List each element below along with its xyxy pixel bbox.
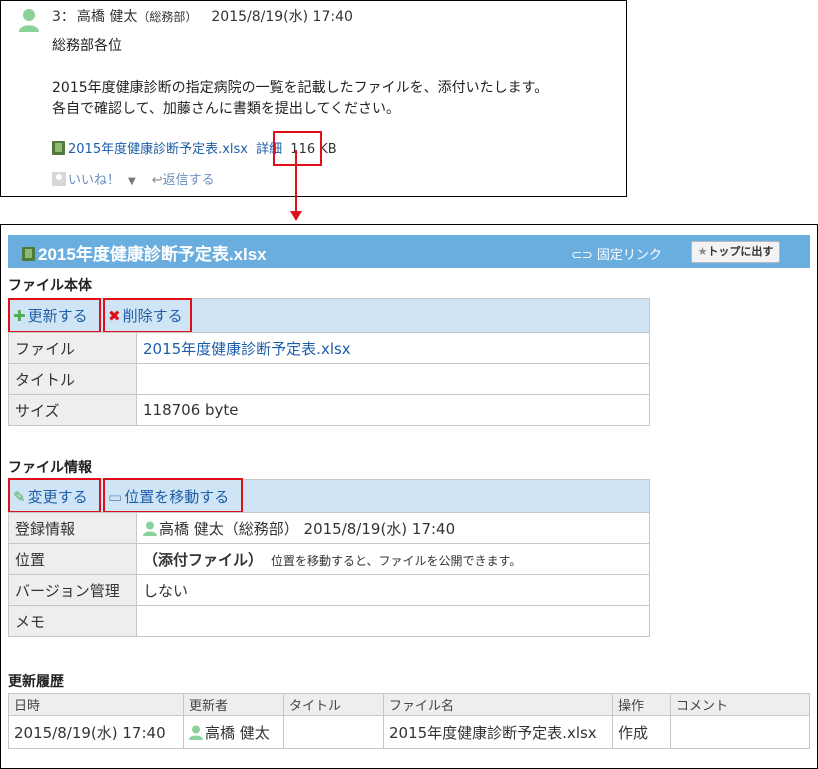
- star-icon: ★: [697, 245, 708, 258]
- location-note: 位置を移動すると、ファイルを公開できます。: [271, 553, 522, 568]
- link-icon: ⊂⊃: [571, 248, 597, 263]
- table-row: 登録情報 高橋 健太（総務部） 2015/8/19(水) 17:40: [8, 512, 650, 544]
- excel-file-icon: [22, 247, 35, 261]
- table-header-row: 日時 更新者 タイトル ファイル名 操作 コメント: [8, 693, 810, 716]
- reply-button[interactable]: 返信する: [163, 173, 215, 188]
- user-avatar-icon: [189, 725, 203, 740]
- history-datetime: 2015/8/19(水) 17:40: [8, 715, 184, 749]
- version-key: バージョン管理: [8, 574, 137, 606]
- title-key: タイトル: [8, 363, 137, 395]
- table-row: サイズ 118706 byte: [8, 394, 650, 426]
- like-button[interactable]: いいね！: [68, 173, 120, 188]
- bring-to-top-button[interactable]: ★トップに出す: [691, 241, 780, 263]
- highlight-update-box: [8, 298, 101, 333]
- user-avatar-icon: [19, 9, 39, 32]
- file-key: ファイル: [8, 332, 137, 364]
- comment-line: 各自で確認して、加藤さんに書類を提出してください。: [52, 101, 401, 117]
- column-header: 日時: [8, 693, 184, 716]
- file-name-link[interactable]: 2015年度健康診断予定表.xlsx: [136, 332, 650, 364]
- user-avatar-icon: [143, 521, 157, 536]
- arrow-line: [295, 150, 297, 212]
- table-row: タイトル: [8, 363, 650, 395]
- version-value: しない: [136, 574, 650, 606]
- file-body-section-title: ファイル本体: [8, 278, 92, 294]
- registration-value: 高橋 健太（総務部） 2015/8/19(水) 17:40: [136, 512, 650, 544]
- column-header: 更新者: [183, 693, 284, 716]
- comment-author[interactable]: 高橋 健太: [77, 9, 137, 25]
- memo-value: [136, 605, 650, 637]
- registration-key: 登録情報: [8, 512, 137, 544]
- comment-line: 2015年度健康診断の指定病院の一覧を記載したファイルを、添付いたします。: [52, 80, 549, 96]
- location-value: （添付ファイル） 位置を移動すると、ファイルを公開できます。: [136, 543, 650, 575]
- column-header: 操作: [612, 693, 671, 716]
- column-header: コメント: [670, 693, 810, 716]
- highlight-move-box: [103, 478, 243, 513]
- reaction-row: いいね！ ▼ ↩返信する: [52, 169, 215, 188]
- comment-line: 総務部各位: [52, 38, 122, 54]
- arrow-down-icon: [290, 211, 302, 221]
- history-updater: 高橋 健太: [183, 715, 284, 749]
- comment-body: 総務部各位 2015年度健康診断の指定病院の一覧を記載したファイルを、添付いたし…: [52, 36, 548, 120]
- table-row: ファイル 2015年度健康診断予定表.xlsx: [8, 332, 650, 364]
- excel-file-icon: [52, 141, 65, 155]
- table-row: 位置 （添付ファイル） 位置を移動すると、ファイルを公開できます。: [8, 543, 650, 575]
- table-row: メモ: [8, 605, 650, 637]
- reply-icon: ↩: [151, 173, 163, 188]
- fixed-link[interactable]: ⊂⊃ 固定リンク: [571, 244, 662, 263]
- comment-header: 3： 高橋 健太（総務部） 2015/8/19(水) 17:40: [52, 6, 353, 26]
- comment-author-dept: （総務部）: [137, 10, 198, 24]
- highlight-detail-box: [273, 131, 322, 166]
- history-filename: 2015年度健康診断予定表.xlsx: [383, 715, 613, 749]
- attachment-file-link[interactable]: 2015年度健康診断予定表.xlsx: [68, 142, 248, 157]
- comment-number: 3：: [52, 9, 75, 25]
- file-info-table: 登録情報 高橋 健太（総務部） 2015/8/19(水) 17:40 位置 （添…: [8, 512, 650, 637]
- file-title-bar: 2015年度健康診断予定表.xlsx ⊂⊃ 固定リンク ★トップに出す: [8, 235, 810, 268]
- file-body-table: ファイル 2015年度健康診断予定表.xlsx タイトル サイズ 118706 …: [8, 332, 650, 426]
- history-comment: [670, 715, 810, 749]
- history-title: [283, 715, 384, 749]
- column-header: タイトル: [283, 693, 384, 716]
- history-table: 日時 更新者 タイトル ファイル名 操作 コメント 2015/8/19(水) 1…: [8, 693, 810, 749]
- memo-key: メモ: [8, 605, 137, 637]
- history-operation: 作成: [612, 715, 671, 749]
- size-key: サイズ: [8, 394, 137, 426]
- title-value: [136, 363, 650, 395]
- chevron-down-icon[interactable]: ▼: [128, 176, 136, 187]
- column-header: ファイル名: [383, 693, 613, 716]
- file-info-section-title: ファイル情報: [8, 460, 92, 476]
- history-section-title: 更新履歴: [8, 674, 64, 690]
- table-row: 2015/8/19(水) 17:40 高橋 健太 2015年度健康診断予定表.x…: [8, 715, 810, 749]
- comment-datetime: 2015/8/19(水) 17:40: [211, 9, 353, 25]
- location-key: 位置: [8, 543, 137, 575]
- highlight-change-box: [8, 478, 101, 513]
- size-value: 118706 byte: [136, 394, 650, 426]
- comment-line: [52, 57, 548, 78]
- file-title: 2015年度健康診断予定表.xlsx: [22, 240, 267, 265]
- highlight-delete-box: [103, 298, 192, 333]
- table-row: バージョン管理 しない: [8, 574, 650, 606]
- like-icon: [52, 172, 66, 186]
